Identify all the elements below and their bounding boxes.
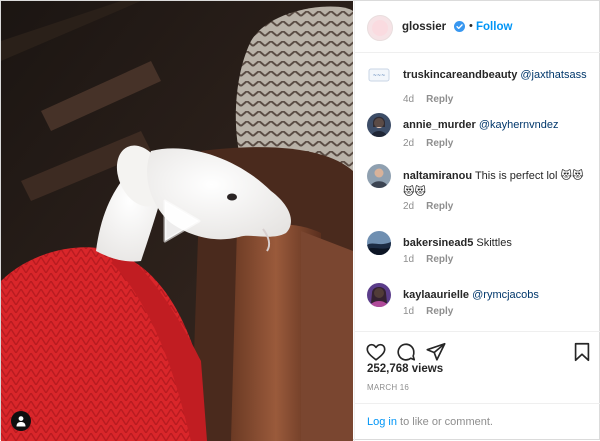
comment-username[interactable]: bakersinead5 (403, 237, 473, 249)
comment-age[interactable]: 2d (403, 138, 414, 149)
comment-text: bakersinead5 Skittles (403, 235, 593, 251)
login-prompt-rest: to like or comment. (396, 416, 493, 428)
comment-age[interactable]: 4d (403, 94, 414, 105)
play-button[interactable] (151, 193, 207, 249)
commenter-avatar[interactable] (367, 164, 391, 188)
user-tag-button[interactable] (11, 411, 31, 431)
user-tag-icon (16, 416, 26, 427)
reply-button[interactable]: Reply (426, 254, 453, 265)
author-username[interactable]: glossier (402, 21, 446, 33)
share-icon[interactable] (425, 341, 447, 363)
login-prompt: Log in to like or comment. (355, 403, 600, 441)
commenter-avatar[interactable] (367, 113, 391, 137)
comment-age[interactable]: 2d (403, 201, 414, 212)
comment-username[interactable]: annie_murder (403, 119, 476, 131)
instagram-post: glossier • Follow ~~~ truskincareandbeau… (0, 0, 600, 441)
post-side-panel: glossier • Follow ~~~ truskincareandbeau… (354, 1, 600, 441)
comment-meta: 1d Reply (403, 306, 453, 317)
comment-age[interactable]: 1d (403, 254, 414, 265)
comment-meta: 4d Reply (403, 94, 453, 105)
post-date[interactable]: MARCH 16 (367, 383, 409, 392)
comment-mention[interactable]: @rymcjacobs (472, 289, 539, 301)
heart-icon[interactable] (365, 341, 387, 363)
login-prompt-text: Log in to like or comment. (367, 416, 493, 428)
comment-username[interactable]: naltamiranou (403, 170, 472, 182)
play-icon (163, 199, 201, 243)
author-avatar[interactable] (367, 15, 393, 41)
comment-mention[interactable]: @kayhernvndez (479, 119, 559, 131)
bookmark-icon[interactable] (571, 341, 593, 363)
commenter-avatar[interactable]: ~~~ (367, 63, 391, 87)
reply-button[interactable]: Reply (426, 201, 453, 212)
comment-body: This is perfect lol (474, 170, 558, 182)
comment-body: Skittles (476, 237, 512, 249)
comment-text: truskincareandbeauty @jaxthatsass (403, 67, 593, 83)
comment-meta: 2d Reply (403, 201, 453, 212)
comment-username[interactable]: kaylaaurielle (403, 289, 469, 301)
verified-badge-icon (454, 21, 465, 32)
header-separator: • (469, 20, 473, 32)
comment-mention[interactable]: @jaxthatsass (520, 69, 586, 81)
commenter-avatar[interactable] (367, 283, 391, 307)
post-video[interactable] (1, 1, 353, 441)
login-link[interactable]: Log in (367, 416, 397, 428)
reply-button[interactable]: Reply (426, 138, 453, 149)
comments-list[interactable]: ~~~ truskincareandbeauty @jaxthatsass 4d… (355, 54, 600, 330)
view-count[interactable]: 252,768 views (367, 363, 443, 375)
post-header: glossier • Follow (355, 1, 600, 53)
comment-meta: 2d Reply (403, 138, 453, 149)
comment-meta: 1d Reply (403, 254, 453, 265)
svg-text:~~~: ~~~ (373, 73, 386, 79)
comment-age[interactable]: 1d (403, 306, 414, 317)
comment-text: kaylaaurielle @rymcjacobs (403, 287, 593, 303)
reply-button[interactable]: Reply (426, 306, 453, 317)
reply-button[interactable]: Reply (426, 94, 453, 105)
comment-username[interactable]: truskincareandbeauty (403, 69, 517, 81)
comment-text: annie_murder @kayhernvndez (403, 117, 593, 133)
comment-icon[interactable] (395, 341, 417, 363)
follow-button[interactable]: Follow (476, 21, 512, 33)
comment-text: naltamiranou This is perfect lol 😻😻😻😻 (403, 168, 593, 200)
commenter-avatar[interactable] (367, 231, 391, 255)
